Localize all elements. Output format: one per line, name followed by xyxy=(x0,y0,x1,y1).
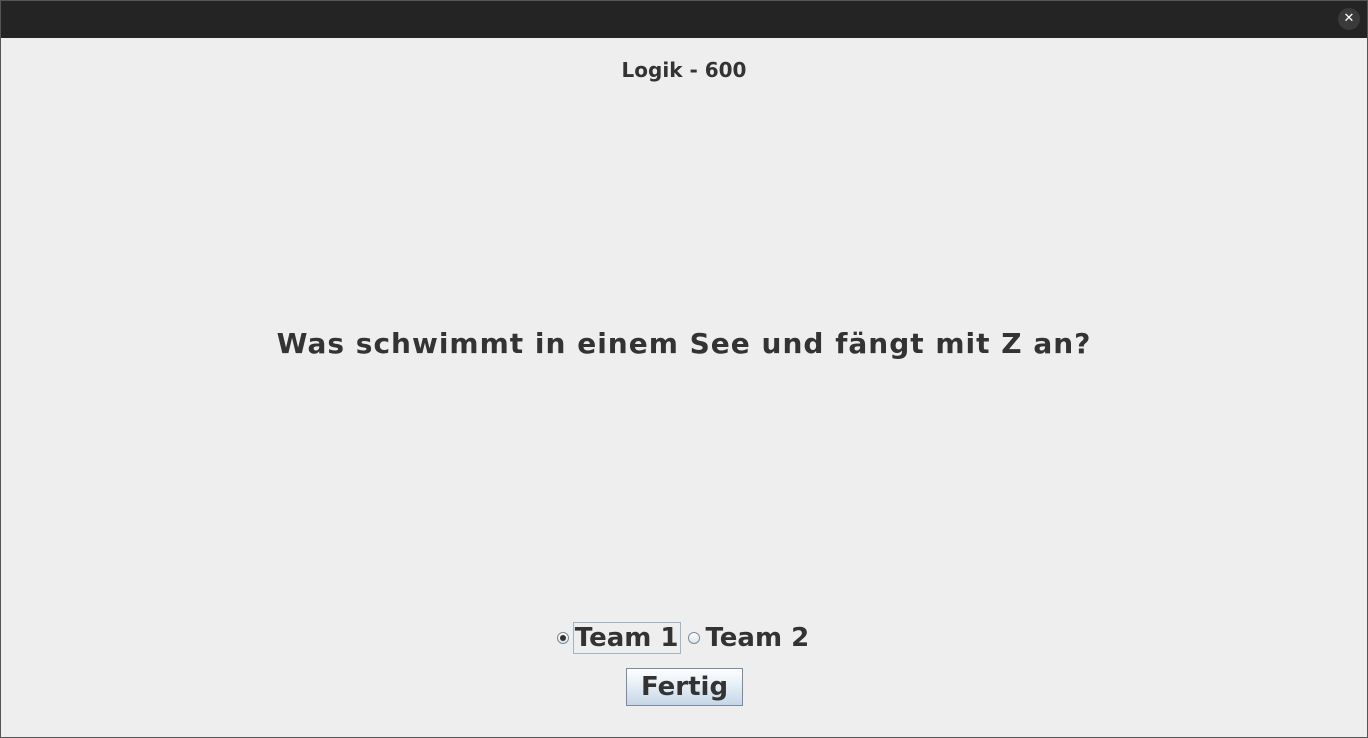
team-2-label[interactable]: Team 2 xyxy=(704,622,812,654)
team-1-label[interactable]: Team 1 xyxy=(572,622,681,654)
radio-button-selected-icon[interactable] xyxy=(556,632,569,644)
close-icon[interactable]: ✕ xyxy=(1338,8,1360,30)
category-title: Logik - 600 xyxy=(621,58,747,82)
team-2-radio[interactable]: Team 2 xyxy=(687,622,812,654)
app-window: ✕ Logik - 600 Was schwimmt in einem See … xyxy=(0,0,1368,738)
team-1-radio[interactable]: Team 1 xyxy=(556,622,681,654)
question-text: Was schwimmt in einem See und fängt mit … xyxy=(276,327,1092,360)
title-bar[interactable]: ✕ xyxy=(1,1,1367,38)
done-button[interactable]: Fertig xyxy=(626,668,743,706)
radio-button-icon[interactable] xyxy=(687,632,700,644)
team-radio-group: Team 1 Team 2 xyxy=(1,622,1367,654)
